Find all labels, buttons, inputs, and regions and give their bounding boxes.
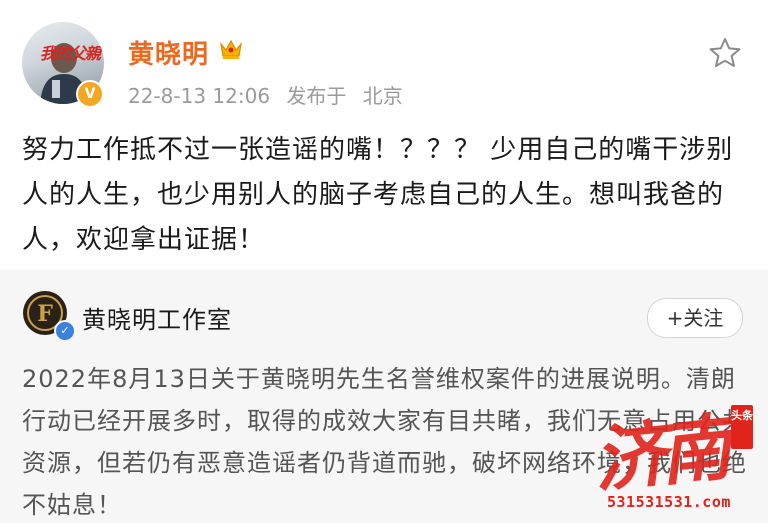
site-watermark: 济南 头条 531531531.com [585, 395, 765, 520]
verified-badge-icon: ✓ [54, 320, 76, 342]
post-location-prefix: 发布于 [286, 84, 347, 108]
repost-author-name[interactable]: 黄晓明工作室 [82, 300, 232, 335]
avatar-caption: 我的父親 [40, 44, 101, 63]
svg-text:F: F [37, 301, 53, 327]
author-name[interactable]: 黄晓明 [128, 34, 209, 71]
post-content: 努力工作抵不过一张造谣的嘴！？？？ 少用自己的嘴干涉别人的人生，也少用别人的脑子… [22, 135, 734, 255]
watermark-tag: 头条 [731, 405, 753, 449]
watermark-logo-text: 济南 [589, 404, 730, 503]
verified-badge-icon: V [76, 80, 104, 108]
post-location: 北京 [362, 84, 403, 108]
weibo-post: 我的父親 V 黄晓明 22-8-13 12:06 发布于 北京 努力工作抵不过一… [0, 0, 768, 270]
crown-icon [220, 39, 242, 59]
post-meta: 22-8-13 12:06 发布于 北京 [128, 80, 413, 109]
watermark-url: 531531531.com [607, 493, 731, 511]
follow-button[interactable]: +关注 [647, 298, 743, 338]
post-timestamp: 22-8-13 12:06 [128, 84, 271, 108]
star-icon[interactable] [708, 36, 742, 70]
